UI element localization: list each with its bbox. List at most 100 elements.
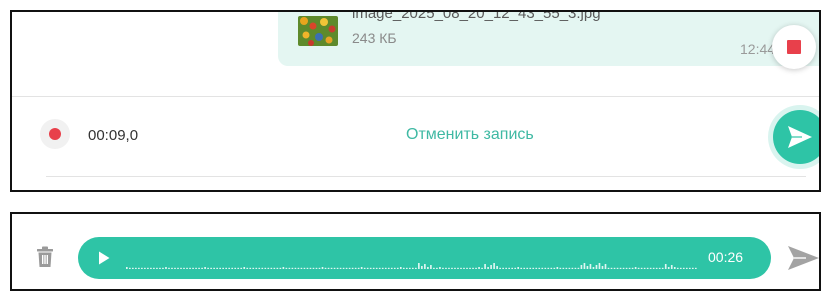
waveform-bar — [234, 267, 237, 269]
waveform-bar — [333, 267, 336, 269]
recording-panel: image_2025_08_20_12_43_55_3.jpg 243 КБ 1… — [10, 10, 821, 192]
waveform-bar — [315, 267, 318, 269]
waveform-bar — [396, 267, 399, 269]
waveform-bar — [568, 267, 571, 269]
waveform-bar — [553, 267, 556, 269]
waveform-bar — [541, 267, 544, 269]
waveform-bar — [366, 267, 369, 269]
send-arrow-icon[interactable] — [786, 245, 820, 271]
waveform-bar — [231, 267, 234, 269]
waveform-bar — [336, 267, 339, 269]
waveform-bar — [442, 267, 444, 269]
waveform-bar — [153, 267, 155, 269]
waveform-bar — [126, 267, 128, 269]
waveform-bar — [177, 267, 179, 269]
waveform-bar — [586, 266, 589, 269]
waveform-bar — [360, 267, 363, 269]
audio-duration: 00:26 — [708, 249, 744, 265]
waveform-bar — [324, 267, 327, 269]
waveform-bar — [412, 267, 414, 269]
waveform-bar — [517, 267, 520, 269]
file-size: 243 КБ — [352, 30, 397, 46]
cancel-recording-link[interactable]: Отменить запись — [406, 126, 534, 144]
waveform-bar — [348, 267, 351, 269]
waveform-bar — [357, 267, 360, 269]
waveform-bar — [592, 267, 595, 269]
trash-icon[interactable] — [36, 246, 54, 268]
waveform-bar — [511, 267, 514, 269]
waveform-bar — [159, 267, 161, 269]
file-name[interactable]: image_2025_08_20_12_43_55_3.jpg — [352, 12, 601, 22]
waveform-bar — [496, 266, 498, 269]
waveform-bar — [451, 267, 453, 269]
waveform-bar — [529, 267, 532, 269]
waveform-bar — [655, 267, 658, 269]
waveform-bar — [129, 267, 131, 269]
waveform-bar — [249, 267, 252, 269]
waveform-bar — [598, 263, 601, 269]
waveform-bar — [267, 267, 270, 269]
waveform-bar — [445, 267, 447, 269]
waveform-bar — [309, 267, 312, 269]
waveform-bar — [255, 267, 258, 269]
audio-player[interactable]: 00:26 — [78, 237, 771, 279]
waveform-bar — [288, 267, 291, 269]
waveform-bar — [201, 267, 203, 269]
waveform-bar — [291, 267, 294, 269]
waveform-bar — [685, 267, 688, 269]
waveform-bar — [162, 267, 164, 269]
waveform-bar — [508, 267, 510, 269]
waveform-bar — [613, 267, 616, 269]
waveform-bar — [141, 267, 143, 269]
waveform-bar — [634, 267, 637, 269]
waveform-bar — [694, 267, 697, 269]
waveform-bar — [676, 267, 679, 269]
waveform-bar — [595, 265, 598, 269]
waveform-bar — [661, 267, 664, 269]
recording-timer: 00:09,0 — [88, 127, 139, 144]
waveform-bar — [312, 267, 315, 269]
waveform-bar — [195, 267, 197, 269]
waveform-bar — [222, 267, 224, 269]
waveform-bar — [165, 267, 167, 269]
waveform-bar — [607, 267, 610, 269]
waveform-bar — [556, 267, 559, 269]
waveform-bar — [457, 267, 459, 269]
waveform-bar — [649, 267, 652, 269]
waveform-bar — [273, 267, 276, 269]
waveform-bar — [430, 265, 432, 269]
waveform-bar — [460, 267, 462, 269]
stop-square-icon — [787, 40, 801, 54]
waveform-bar — [664, 264, 667, 269]
waveform-bar — [628, 267, 631, 269]
send-arrow-icon — [788, 126, 812, 148]
waveform-bar — [658, 267, 661, 269]
waveform-bar — [303, 267, 306, 269]
waveform-bar — [547, 267, 550, 269]
waveform-bar — [189, 267, 191, 269]
waveform-bar — [387, 267, 390, 269]
waveform-bar — [264, 267, 267, 269]
waveform-bar — [294, 267, 297, 269]
waveform-bar — [610, 267, 613, 269]
waveform[interactable] — [126, 250, 698, 270]
waveform-bar — [463, 267, 465, 269]
play-icon[interactable] — [98, 251, 110, 265]
waveform-bar — [372, 267, 375, 269]
waveform-bar — [132, 267, 134, 269]
waveform-bar — [390, 267, 393, 269]
waveform-bar — [198, 267, 200, 269]
image-thumbnail[interactable] — [298, 16, 338, 46]
message-time: 12:44 — [740, 41, 776, 57]
stop-recording-button[interactable] — [772, 25, 816, 69]
send-voice-button[interactable] — [773, 110, 819, 164]
waveform-bar — [667, 267, 670, 269]
waveform-bar — [270, 267, 273, 269]
waveform-bar — [216, 267, 218, 269]
waveform-bar — [150, 267, 152, 269]
waveform-bar — [526, 267, 529, 269]
waveform-bar — [532, 267, 535, 269]
waveform-bar — [472, 267, 474, 269]
waveform-bar — [520, 267, 523, 269]
waveform-bar — [171, 267, 173, 269]
